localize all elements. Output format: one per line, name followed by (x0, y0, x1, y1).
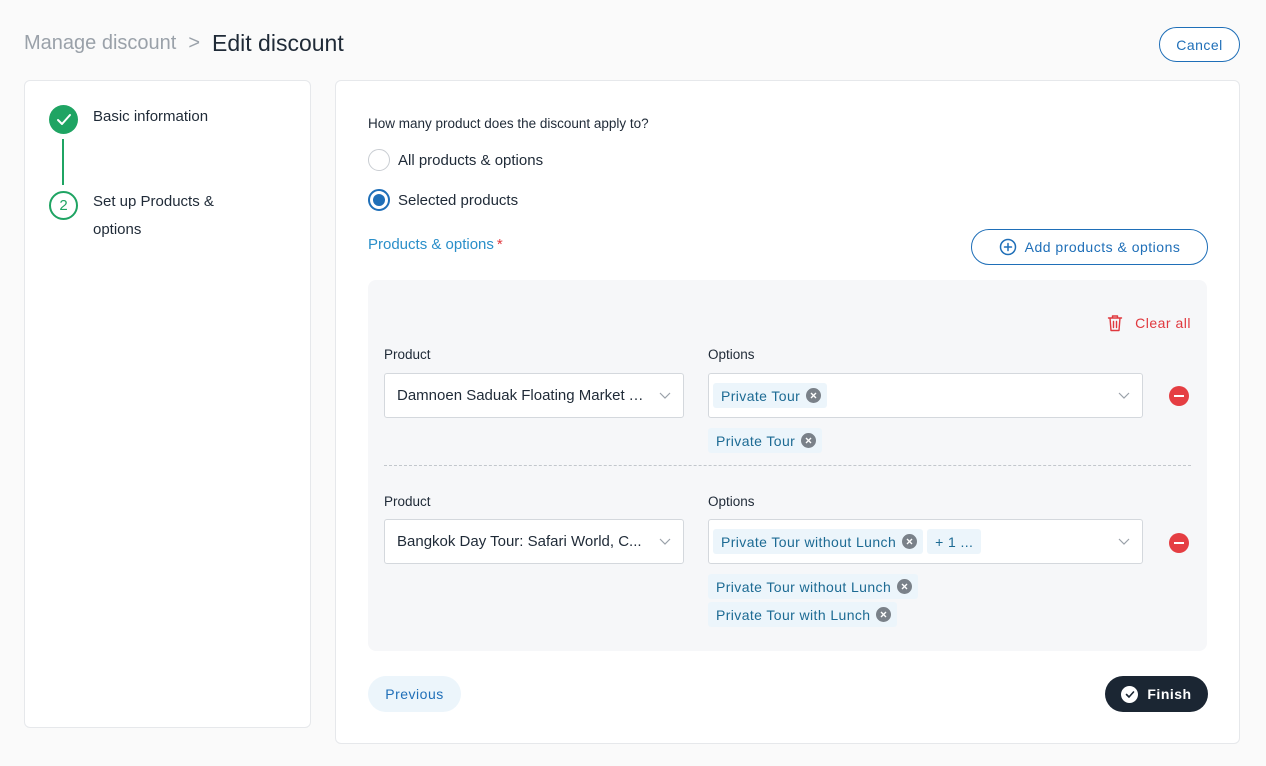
radio-label: Selected products (398, 191, 519, 209)
add-button-label: Add products & options (1024, 239, 1181, 255)
step-number-badge: 2 (49, 191, 78, 220)
option-tag-label: Private Tour with Lunch (716, 606, 871, 623)
product-select-value: Bangkok Day Tour: Safari World, C... (397, 533, 642, 550)
required-mark: * (496, 236, 503, 253)
options-select[interactable]: Private Tour without Lunch + 1 ... (708, 519, 1143, 564)
product-select[interactable]: Bangkok Day Tour: Safari World, C... (384, 519, 684, 564)
radio-button[interactable] (368, 149, 390, 171)
option-tag-list: Private Tour (708, 428, 823, 453)
page-title: Edit discount (212, 29, 344, 56)
chevron-down-icon (659, 538, 671, 545)
selected-products-list: Clear all Product Options Damnoen Saduak… (368, 280, 1207, 651)
option-tag: Private Tour without Lunch (713, 529, 924, 554)
radio-selected-products[interactable]: Selected products (368, 189, 518, 211)
breadcrumb-separator: > (188, 31, 201, 54)
option-tag: Private Tour (713, 383, 828, 408)
close-icon[interactable] (876, 607, 892, 622)
breadcrumb: Manage discount > Edit discount (24, 28, 344, 58)
close-icon[interactable] (801, 433, 817, 448)
radio-label: All products & options (398, 151, 544, 169)
trash-icon (1107, 315, 1123, 332)
selected-option-tags: Private Tour (713, 383, 828, 408)
previous-button[interactable]: Previous (368, 676, 461, 712)
option-tag: Private Tour without Lunch (708, 574, 919, 599)
step-connector (62, 139, 64, 185)
finish-button[interactable]: Finish (1105, 676, 1208, 712)
product-select[interactable]: Damnoen Saduak Floating Market Tour (384, 373, 684, 418)
breadcrumb-manage-discount[interactable]: Manage discount (24, 32, 176, 55)
option-tag-label: Private Tour without Lunch (721, 533, 897, 550)
stepper-panel: Basic information 2 Set up Products & op… (24, 80, 311, 728)
chevron-down-icon (659, 392, 671, 399)
step-set-up-products[interactable]: Set up Products & options (93, 188, 263, 244)
chevron-down-icon (1118, 538, 1130, 545)
step-basic-information[interactable]: Basic information (93, 108, 208, 125)
product-label: Product (384, 347, 431, 362)
remove-row-button[interactable] (1169, 386, 1189, 406)
apply-question: How many product does the discount apply… (368, 116, 649, 131)
radio-button-checked[interactable] (368, 189, 390, 211)
section-label-text: Products & options (368, 236, 494, 253)
product-select-value: Damnoen Saduak Floating Market Tour (397, 387, 658, 404)
more-options-tag[interactable]: + 1 ... (927, 529, 982, 554)
clear-all-label: Clear all (1135, 315, 1191, 331)
close-icon[interactable] (897, 579, 913, 594)
main-panel: How many product does the discount apply… (335, 80, 1240, 744)
option-tag: Private Tour (708, 428, 823, 453)
chevron-down-icon (1118, 392, 1130, 399)
options-label: Options (708, 347, 755, 362)
option-tag-label: Private Tour (721, 387, 801, 404)
remove-row-button[interactable] (1169, 533, 1189, 553)
finish-label: Finish (1147, 686, 1192, 702)
products-options-label: Products & options * (368, 236, 503, 253)
option-tag-label: Private Tour without Lunch (716, 578, 892, 595)
step-complete-check-icon (49, 105, 78, 134)
product-label: Product (384, 494, 431, 509)
close-icon[interactable] (902, 534, 918, 549)
options-select[interactable]: Private Tour (708, 373, 1143, 418)
selected-option-tags: Private Tour without Lunch + 1 ... (713, 529, 982, 554)
close-icon[interactable] (806, 388, 822, 403)
radio-all-products[interactable]: All products & options (368, 149, 543, 171)
cancel-button[interactable]: Cancel (1159, 27, 1240, 62)
check-circle-icon (1121, 685, 1139, 703)
option-tag-label: Private Tour (716, 432, 796, 449)
row-divider (384, 465, 1191, 466)
option-tag-list: Private Tour without Lunch Private Tour … (708, 574, 919, 627)
option-tag: Private Tour with Lunch (708, 602, 898, 627)
add-products-options-button[interactable]: Add products & options (971, 229, 1208, 265)
options-label: Options (708, 494, 755, 509)
clear-all-button[interactable]: Clear all (1107, 314, 1191, 332)
plus-circle-icon (999, 238, 1016, 256)
